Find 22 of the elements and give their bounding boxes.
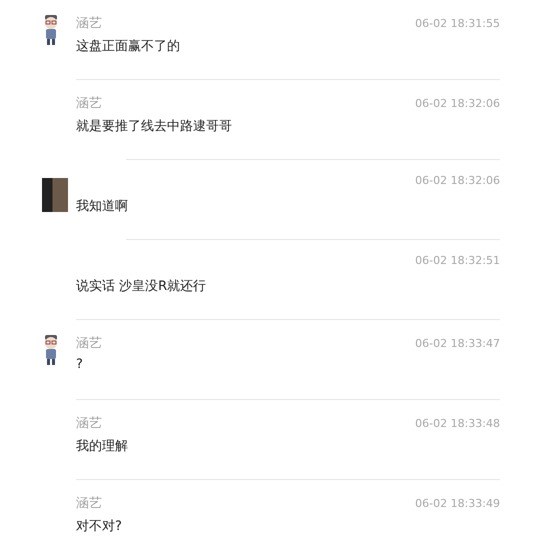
message-time: 06-02 18:33:48: [415, 417, 500, 430]
sender-name: 涵艺: [76, 335, 102, 352]
sender-name: 涵艺: [76, 95, 102, 112]
avatar-icon: [42, 14, 60, 46]
avatar-icon: [42, 334, 60, 366]
sender-name: 涵艺: [76, 15, 102, 32]
message-text: 对不对?: [76, 518, 123, 535]
avatar-icon: [42, 178, 68, 212]
message-time: 06-02 18:31:55: [415, 17, 500, 30]
message-time: 06-02 18:32:06: [415, 174, 500, 187]
message-text: ?: [76, 357, 84, 372]
message-time: 06-02 18:32:51: [415, 254, 500, 267]
message-text: 说实话 沙皇没R就还行: [76, 278, 208, 295]
message-time: 06-02 18:32:06: [415, 97, 500, 110]
message-time: 06-02 18:33:49: [415, 497, 500, 510]
message-text: 这盘正面赢不了的: [76, 38, 181, 55]
sender-name: 涵艺: [76, 495, 102, 512]
message-text: 我知道啊: [76, 198, 129, 215]
message-text: 就是要推了线去中路逮哥哥: [76, 118, 233, 135]
message-time: 06-02 18:33:47: [415, 337, 500, 350]
sender-name: 涵艺: [76, 415, 102, 432]
message-text: 我的理解: [76, 438, 129, 455]
